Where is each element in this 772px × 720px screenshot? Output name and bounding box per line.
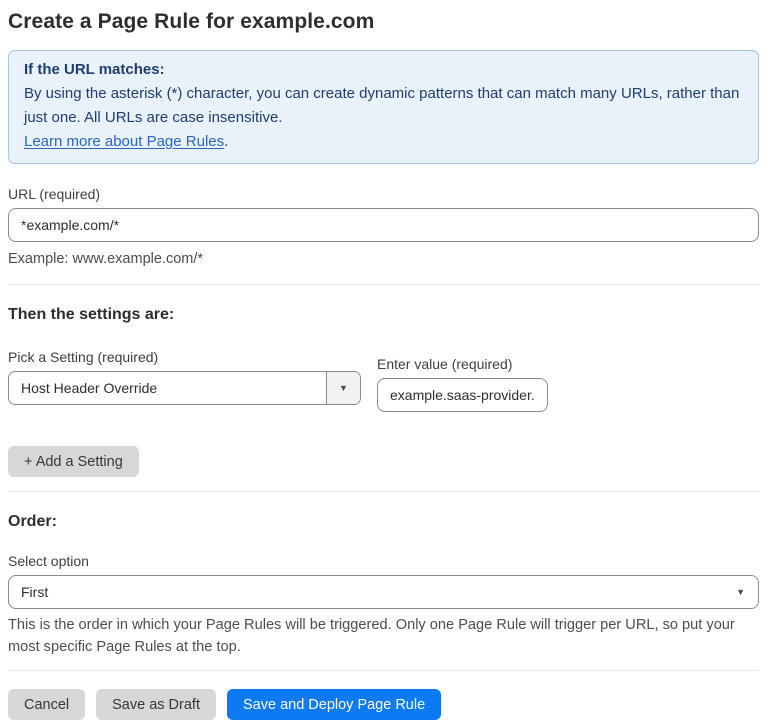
setting-select[interactable]: Host Header Override ▼ — [8, 371, 361, 405]
setting-select-arrow-button[interactable]: ▼ — [326, 372, 360, 404]
chevron-down-icon: ▼ — [736, 586, 745, 597]
pick-setting-label: Pick a Setting (required) — [8, 349, 159, 365]
learn-more-link[interactable]: Learn more about Page Rules — [24, 133, 224, 150]
divider — [8, 670, 759, 671]
settings-section-heading: Then the settings are: — [8, 306, 175, 323]
info-box-body: By using the asterisk (*) character, you… — [24, 85, 740, 126]
save-and-deploy-button[interactable]: Save and Deploy Page Rule — [226, 689, 442, 720]
divider — [8, 284, 759, 285]
link-period: . — [224, 133, 229, 150]
chevron-down-icon: ▼ — [339, 382, 348, 393]
order-helper-text: This is the order in which your Page Rul… — [8, 617, 735, 655]
add-setting-button[interactable]: + Add a Setting — [8, 446, 139, 477]
setting-value-input[interactable] — [377, 378, 548, 412]
url-input[interactable] — [8, 208, 759, 242]
setting-row: Pick a Setting (required) Host Header Ov… — [8, 349, 759, 412]
order-section-heading: Order: — [8, 513, 57, 530]
order-select[interactable]: First ▼ — [8, 575, 759, 609]
info-box-link-line: Learn more about Page Rules. — [24, 130, 743, 154]
url-matches-info-box: If the URL matches: By using the asteris… — [8, 50, 759, 164]
url-field-label: URL (required) — [8, 186, 101, 202]
order-select-value: First — [21, 584, 49, 600]
divider — [8, 491, 759, 492]
setting-select-value: Host Header Override — [21, 380, 158, 396]
order-select-label: Select option — [8, 553, 89, 569]
enter-value-column: Enter value (required) — [377, 356, 548, 412]
info-box-heading: If the URL matches: — [24, 61, 165, 78]
footer-actions: Cancel Save as Draft Save and Deploy Pag… — [8, 689, 759, 720]
enter-value-label: Enter value (required) — [377, 356, 513, 372]
pick-setting-column: Pick a Setting (required) Host Header Ov… — [8, 349, 361, 412]
cancel-button[interactable]: Cancel — [8, 689, 86, 720]
page-title: Create a Page Rule for example.com — [8, 10, 375, 33]
save-as-draft-button[interactable]: Save as Draft — [96, 689, 216, 720]
url-helper-text: Example: www.example.com/* — [8, 251, 204, 267]
